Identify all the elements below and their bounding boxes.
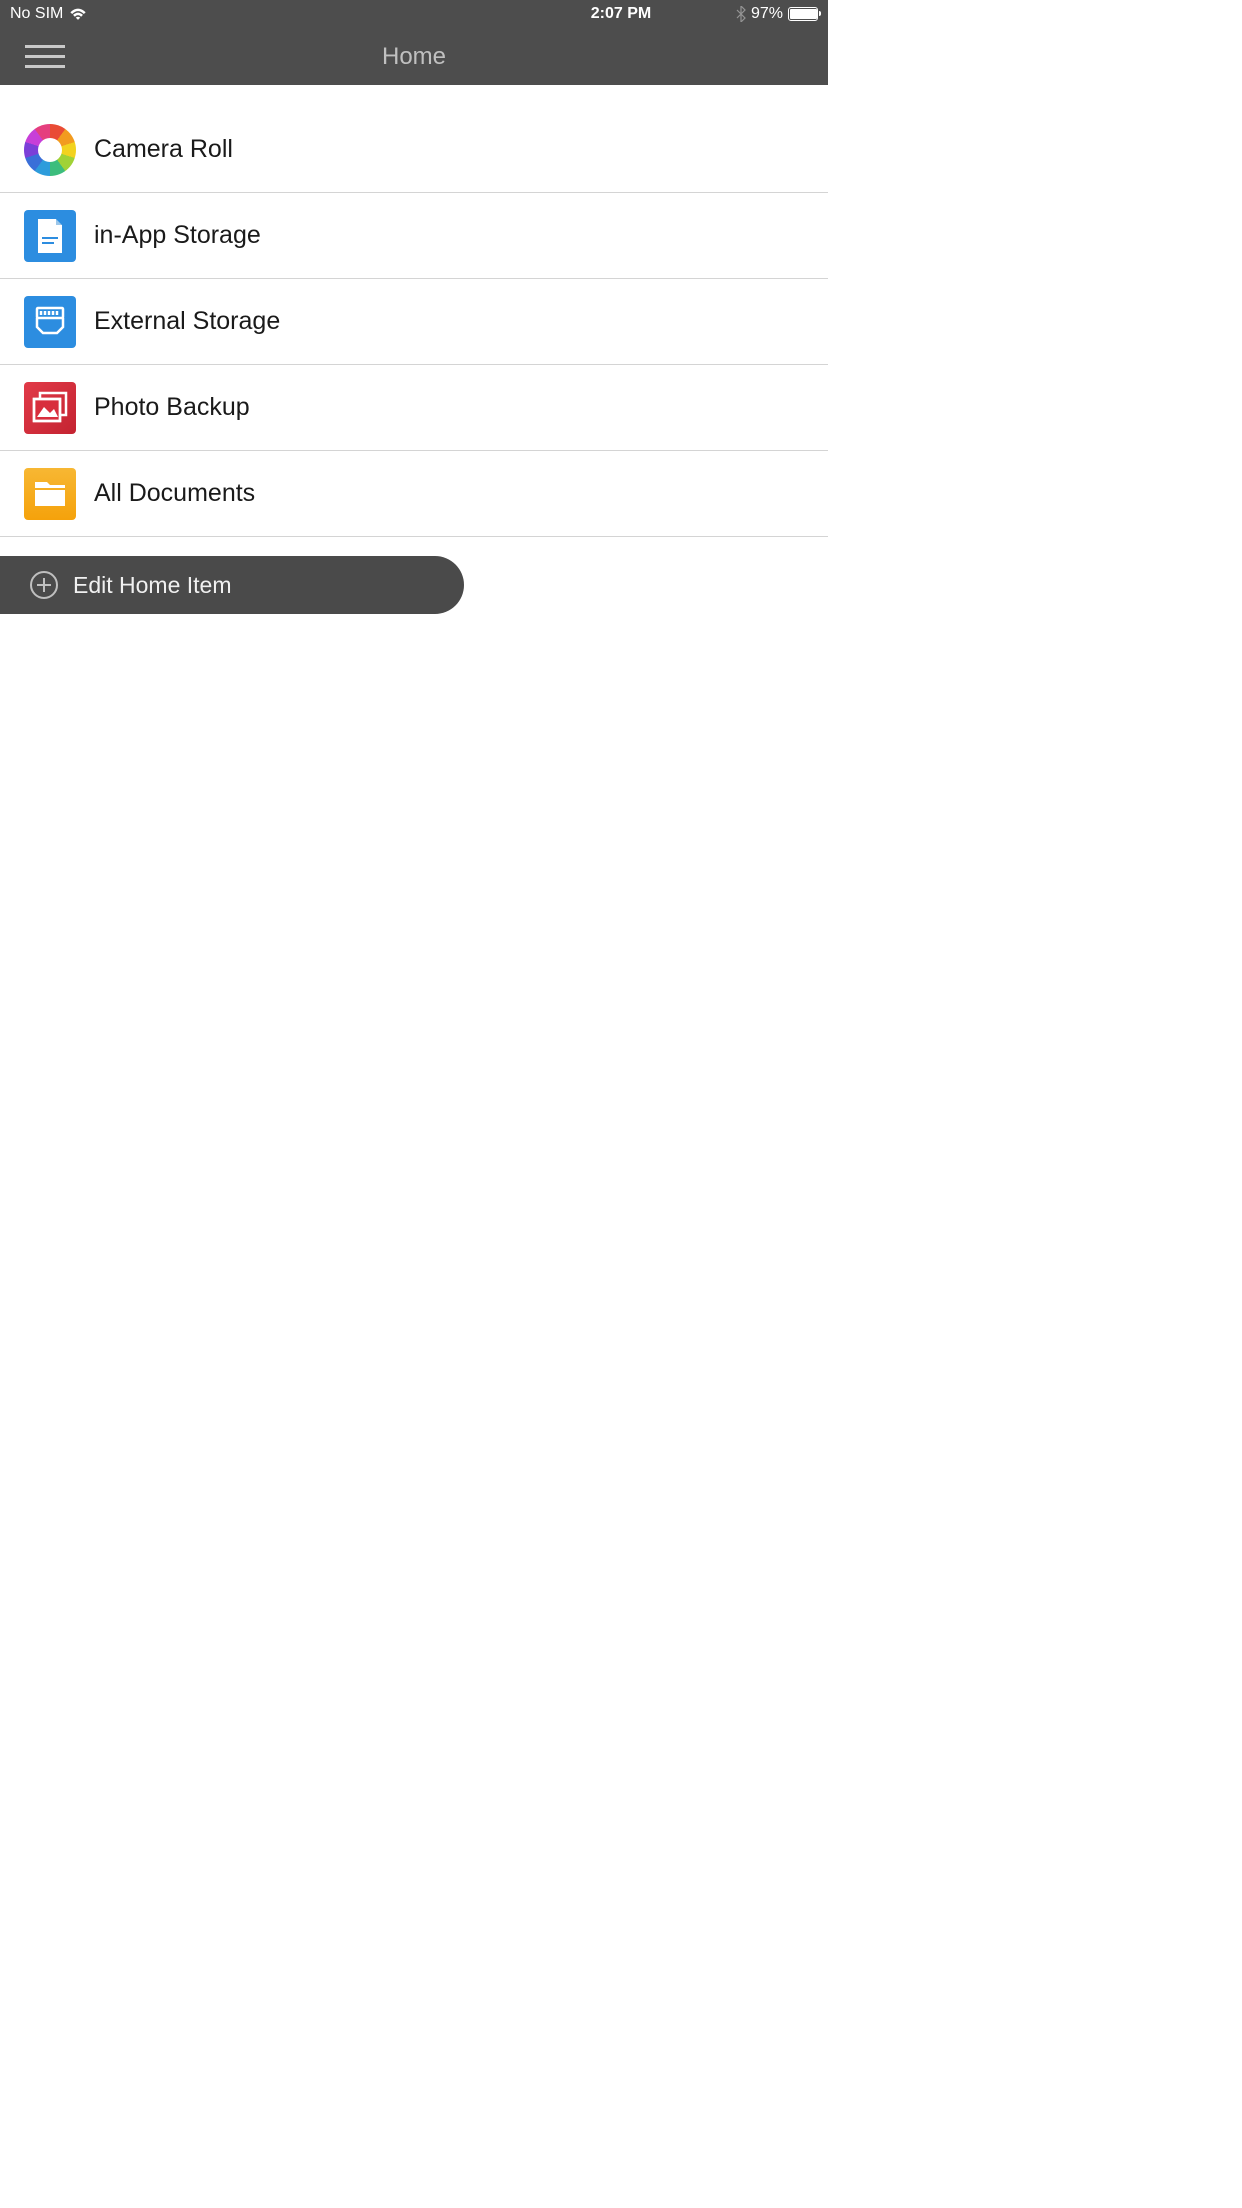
status-right: 97% bbox=[736, 5, 818, 23]
home-list: Camera Roll in-App Storage Exte bbox=[0, 85, 828, 537]
nav-bar: Home bbox=[0, 28, 828, 85]
list-item-external-storage[interactable]: External Storage bbox=[0, 279, 828, 365]
list-item-camera-roll[interactable]: Camera Roll bbox=[0, 85, 828, 193]
carrier-label: No SIM bbox=[10, 5, 63, 23]
battery-icon bbox=[788, 7, 818, 21]
plus-circle-icon bbox=[30, 571, 58, 599]
battery-percent: 97% bbox=[751, 5, 783, 23]
list-item-label: Photo Backup bbox=[94, 393, 250, 422]
color-wheel-icon bbox=[24, 124, 76, 176]
sd-card-icon bbox=[24, 296, 76, 348]
edit-home-label: Edit Home Item bbox=[73, 572, 232, 599]
status-left: No SIM bbox=[10, 5, 87, 23]
list-item-photo-backup[interactable]: Photo Backup bbox=[0, 365, 828, 451]
list-item-label: Camera Roll bbox=[94, 135, 233, 164]
document-icon bbox=[24, 210, 76, 262]
list-item-label: in-App Storage bbox=[94, 221, 261, 250]
status-bar: No SIM 2:07 PM 97% bbox=[0, 0, 828, 28]
edit-home-button[interactable]: Edit Home Item bbox=[0, 556, 464, 614]
list-item-all-documents[interactable]: All Documents bbox=[0, 451, 828, 537]
wifi-icon bbox=[69, 7, 87, 21]
bluetooth-icon bbox=[736, 6, 746, 22]
list-item-in-app-storage[interactable]: in-App Storage bbox=[0, 193, 828, 279]
list-item-label: All Documents bbox=[94, 479, 255, 508]
page-title: Home bbox=[382, 43, 446, 71]
status-time: 2:07 PM bbox=[591, 5, 651, 23]
menu-icon[interactable] bbox=[25, 45, 65, 68]
list-item-label: External Storage bbox=[94, 307, 280, 336]
folder-icon bbox=[24, 468, 76, 520]
photo-backup-icon bbox=[24, 382, 76, 434]
